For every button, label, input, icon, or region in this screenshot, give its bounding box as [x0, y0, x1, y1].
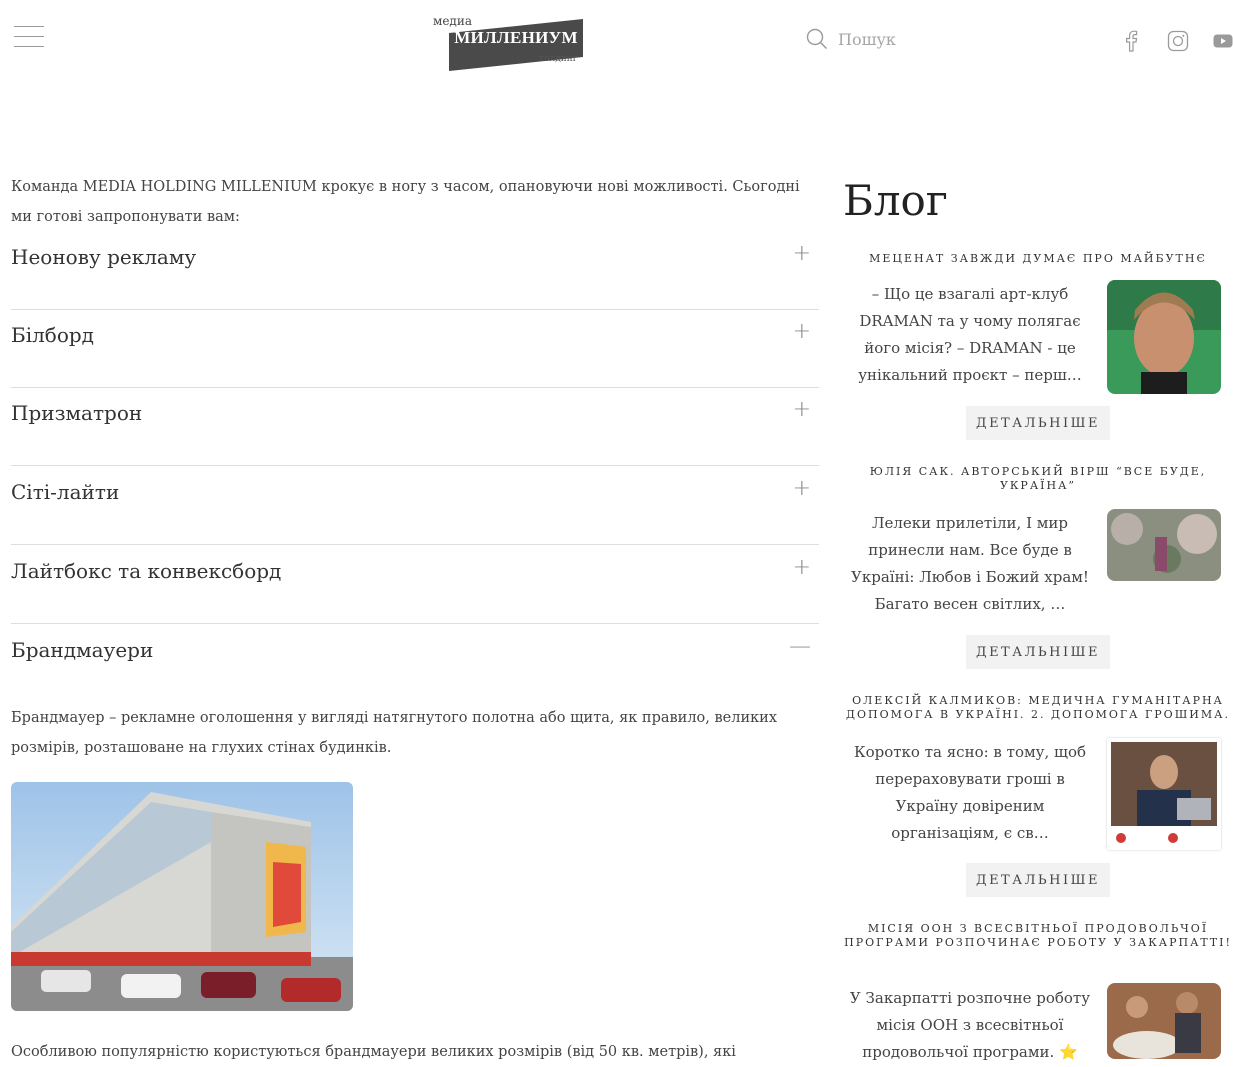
intro-text: Команда MEDIA HOLDING MILLENIUM крокує в…	[11, 179, 800, 225]
plus-icon[interactable]: +	[793, 555, 811, 580]
blog-post-title[interactable]: ОЛЕКСІЙ КАЛМИКОВ: МЕДИЧНА ГУМАНІТАРНА ДО…	[843, 694, 1233, 722]
accordion-item-firewalls[interactable]: Брандмауери —	[11, 624, 819, 702]
site-header: медиа МИЛЛЕНИУМ холдинг	[0, 0, 1233, 90]
accordion-item-prismatron[interactable]: Призматрон +	[11, 387, 819, 466]
blog-more-button[interactable]: ДЕТАЛЬНІШЕ	[966, 863, 1110, 897]
blog-post-title[interactable]: МЕЦЕНАТ ЗАВЖДИ ДУМАЄ ПРО МАЙБУТНЄ	[843, 252, 1233, 266]
youtube-icon[interactable]	[1213, 34, 1233, 48]
blog-post-excerpt: У Закарпатті розпочне роботу місія ООН з…	[849, 989, 1091, 1061]
search-icon[interactable]	[806, 28, 828, 50]
blog-post-excerpt: Коротко та ясно: в тому, щоб перераховув…	[853, 743, 1087, 842]
blog-post-thumbnail[interactable]	[1107, 280, 1221, 394]
accordion-title: Брандмауери	[11, 638, 154, 662]
blog-post-excerpt: – Що це взагалі арт-клуб DRAMAN та у чом…	[858, 285, 1082, 384]
accordion-title: Призматрон	[11, 401, 143, 425]
blog-post-title[interactable]: ЮЛІЯ САК. АВТОРСЬКИЙ ВІРШ “ВСЕ БУДЕ, УКР…	[843, 465, 1233, 493]
facebook-icon[interactable]	[1124, 30, 1138, 52]
search-bar	[806, 28, 1008, 50]
blog-post-title[interactable]: МІСІЯ ООН З ВСЕСВІТНЬОЇ ПРОДОВОЛЬЧОЇ ПРО…	[843, 922, 1233, 950]
accordion-title: Білборд	[11, 323, 94, 347]
accordion-item-lightbox[interactable]: Лайтбокс та конвексборд +	[11, 545, 819, 624]
blog-post-excerpt: Лелеки прилетіли, І мир принесли нам. Вс…	[851, 514, 1089, 613]
bottom-paragraph: Особливою популярністю користуються бран…	[11, 1044, 736, 1060]
logo-top-text: медиа	[433, 14, 472, 28]
accordion-body-text: Брандмауер – рекламне оголошення у вигля…	[11, 710, 778, 756]
accordion-title: Неонову рекламу	[11, 245, 197, 269]
accordion-item-billboard[interactable]: Білборд +	[11, 309, 819, 388]
plus-icon[interactable]: +	[793, 476, 811, 501]
blog-more-button[interactable]: ДЕТАЛЬНІШЕ	[966, 635, 1110, 669]
menu-icon[interactable]	[14, 26, 44, 50]
plus-icon[interactable]: +	[793, 319, 811, 344]
plus-icon[interactable]: +	[793, 241, 811, 266]
logo-main-text: МИЛЛЕНИУМ	[454, 28, 578, 47]
blog-post-thumbnail[interactable]	[1107, 738, 1221, 850]
logo-bottom-text: холдинг	[539, 54, 578, 64]
accordion-title: Лайтбокс та конвексборд	[11, 559, 282, 583]
plus-icon[interactable]: +	[793, 397, 811, 422]
blog-post-thumbnail[interactable]	[1107, 983, 1221, 1059]
instagram-icon[interactable]	[1167, 30, 1189, 52]
site-logo[interactable]: медиа МИЛЛЕНИУМ холдинг	[433, 14, 593, 72]
search-input[interactable]	[838, 29, 1008, 49]
minus-icon[interactable]: —	[789, 634, 811, 659]
accordion-title: Сіті-лайти	[11, 480, 120, 504]
blog-more-button[interactable]: ДЕТАЛЬНІШЕ	[966, 406, 1110, 440]
building-photo	[11, 782, 353, 1011]
accordion-item-neon[interactable]: Неонову рекламу +	[11, 231, 819, 310]
accordion-item-citylights[interactable]: Сіті-лайти +	[11, 466, 819, 545]
blog-heading: Блог	[843, 176, 948, 225]
blog-post-thumbnail[interactable]	[1107, 509, 1221, 581]
